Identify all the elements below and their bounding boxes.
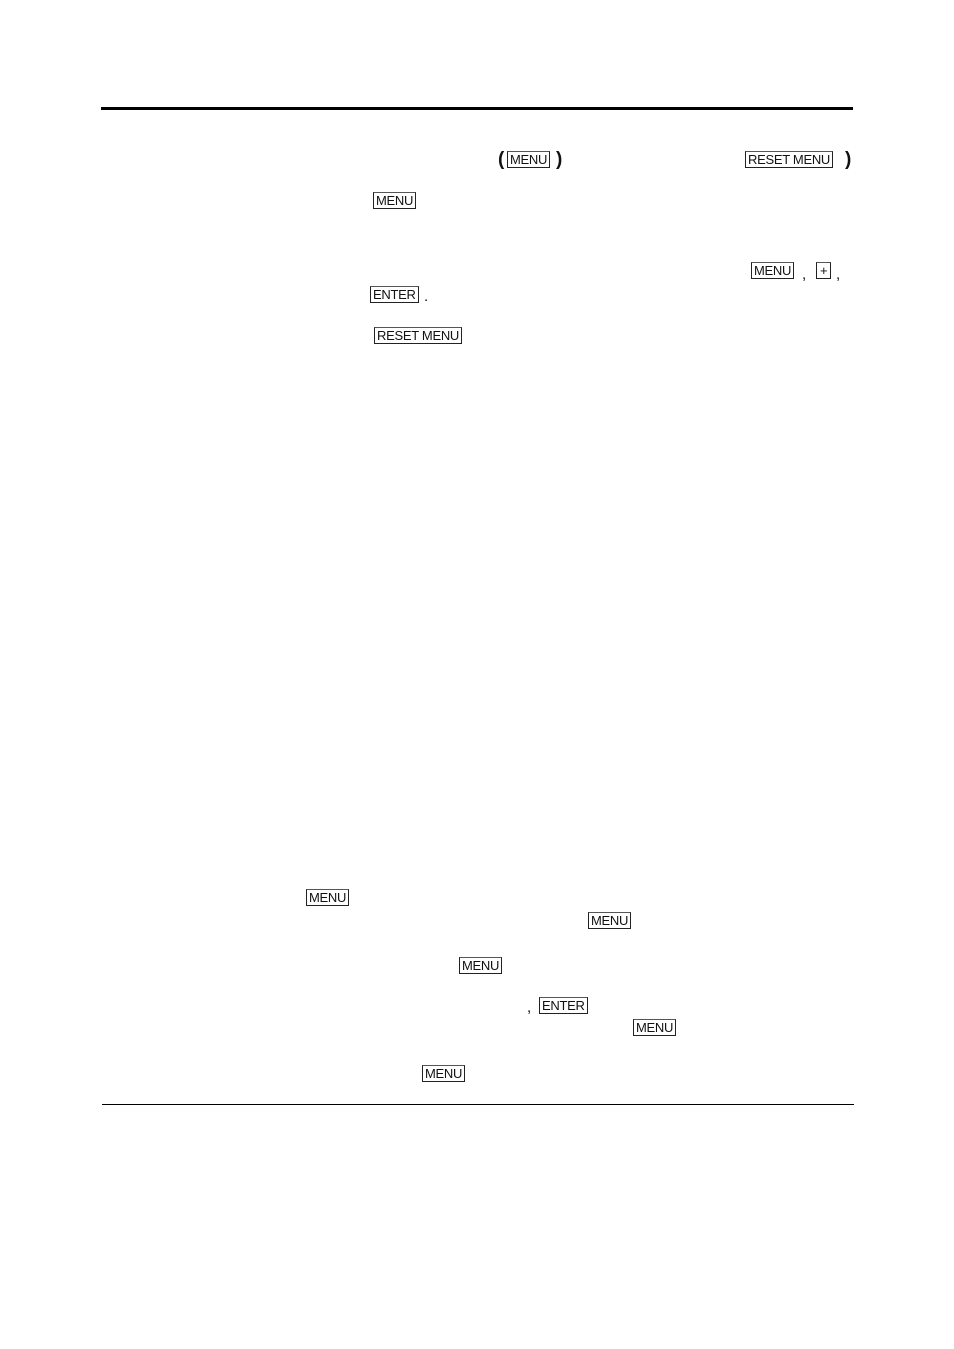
menu-key: MENU xyxy=(751,262,795,279)
comma: , xyxy=(802,266,807,283)
close-paren: ) xyxy=(556,149,563,170)
comma: , xyxy=(527,999,532,1016)
menu-key: MENU xyxy=(633,1019,677,1036)
menu-key: MENU xyxy=(588,912,632,929)
period: . xyxy=(424,288,429,305)
menu-key: MENU xyxy=(422,1065,466,1082)
header-rule xyxy=(101,107,853,110)
footer-rule xyxy=(102,1104,854,1105)
reset-menu-key: RESET MENU xyxy=(374,327,462,344)
enter-key: ENTER xyxy=(539,997,588,1014)
plus-key: + xyxy=(816,262,832,279)
close-paren: ) xyxy=(845,149,852,170)
reset-menu-key: RESET MENU xyxy=(745,151,833,168)
menu-key: MENU xyxy=(306,889,350,906)
menu-key: MENU xyxy=(507,151,551,168)
menu-key: MENU xyxy=(373,192,417,209)
menu-key: MENU xyxy=(459,957,503,974)
open-paren: ( xyxy=(498,149,505,170)
enter-key: ENTER xyxy=(370,286,419,303)
comma: , xyxy=(836,266,841,283)
